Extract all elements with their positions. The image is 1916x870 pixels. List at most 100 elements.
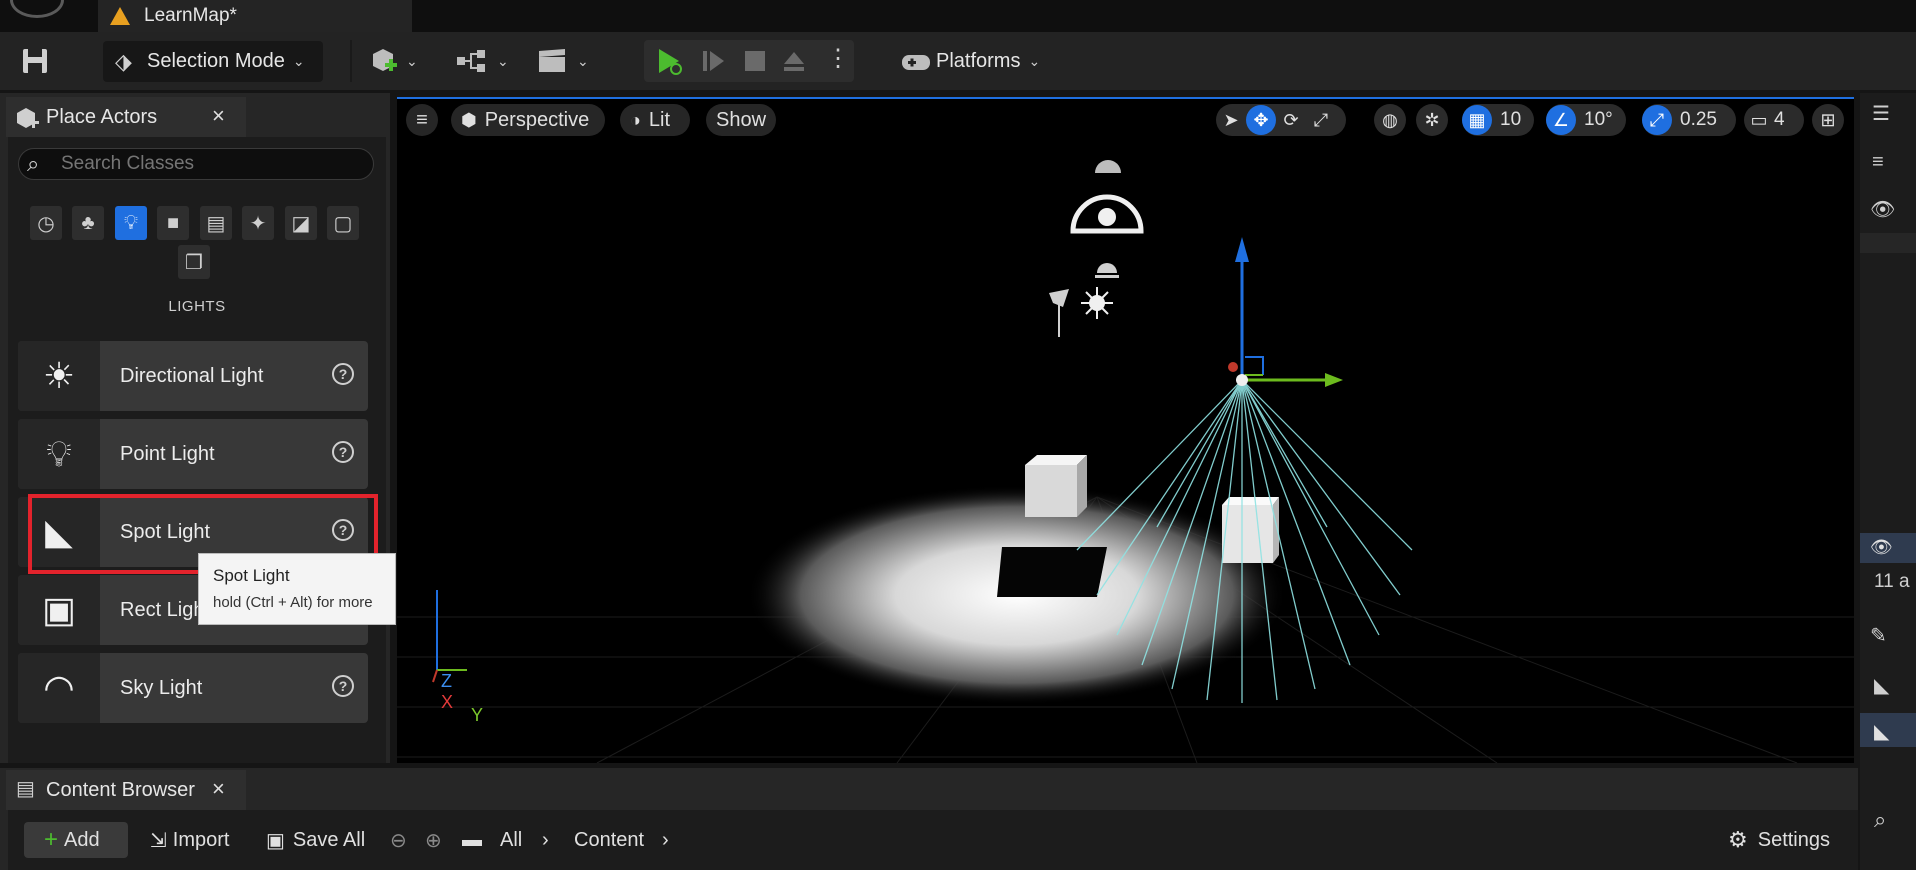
content-browser-tab-label: Content Browser: [46, 778, 195, 801]
grid-snap-button[interactable]: ▦ 10: [1462, 104, 1534, 136]
perspective-button[interactable]: ⬢ Perspective: [451, 104, 605, 136]
folder-icon[interactable]: ▬: [462, 822, 482, 858]
settings-button[interactable]: ⚙ Settings: [1728, 822, 1830, 858]
search-classes-field[interactable]: ⌕: [18, 148, 374, 180]
tooltip: Spot Light hold (Ctrl + Alt) for more: [198, 553, 396, 625]
main-toolbar: ⬗ Selection Mode ⌄ ⌄ ⌄ ⌄ ⋮ Platforms ⌄: [0, 32, 1916, 90]
level-warning-icon: [110, 7, 130, 25]
add-button[interactable]: + Add: [24, 822, 128, 858]
basic-icon[interactable]: ♣: [72, 206, 104, 240]
viewport-menu-button[interactable]: ≡: [406, 104, 438, 136]
perspective-label: Perspective: [484, 108, 590, 131]
breadcrumb-content[interactable]: Content: [574, 822, 644, 858]
surface-snap-button[interactable]: ✲: [1416, 104, 1448, 136]
actor-item-point-light[interactable]: 💡︎ Point Light ?: [18, 419, 368, 489]
add-actor-dropdown[interactable]: ⌄: [368, 46, 418, 76]
level-tab[interactable]: LearnMap*: [98, 0, 412, 32]
breadcrumb-separator-icon: ›: [662, 828, 669, 851]
directional-light-icon: ☀: [18, 341, 100, 411]
content-browser-tab[interactable]: ▤ Content Browser ×: [6, 770, 246, 810]
breadcrumb-all-label: All: [500, 828, 523, 851]
actor-item-directional-light[interactable]: ☀ Directional Light ?: [18, 341, 368, 411]
platforms-dropdown[interactable]: Platforms ⌄: [900, 40, 1060, 82]
right-side-panel: ☰ ≡ 👁︎ 👁︎ 11 a ✎ ◣ ◣ ⌕: [1860, 93, 1916, 870]
play-controls: ⋮: [644, 40, 854, 82]
eye-icon[interactable]: 👁︎: [1870, 197, 1895, 222]
show-button[interactable]: Show: [706, 104, 776, 136]
help-icon[interactable]: ?: [332, 363, 354, 385]
clapperboard-icon: [539, 49, 565, 72]
transform-gizmo[interactable]: [1228, 237, 1343, 387]
scene-light-icons: [1049, 160, 1144, 337]
transform-tools: ➤ ✥ ⟳ ⤢: [1216, 104, 1346, 136]
recent-icon[interactable]: ◷: [30, 206, 62, 240]
tooltip-hint: hold (Ctrl + Alt) for more: [213, 594, 373, 611]
close-icon[interactable]: ×: [212, 103, 225, 129]
eject-icon[interactable]: [780, 48, 808, 74]
cinematic-icon[interactable]: ▤: [200, 206, 232, 240]
filter-icon[interactable]: ≡: [1872, 151, 1884, 174]
content-browser-icon: ▤: [16, 778, 35, 800]
title-tab-bar: LearnMap*: [0, 0, 1916, 32]
geometry-icon[interactable]: ◪: [285, 206, 317, 240]
select-cursor-icon[interactable]: ➤: [1216, 105, 1246, 135]
help-icon[interactable]: ?: [332, 441, 354, 463]
shapes-icon[interactable]: ■: [157, 206, 189, 240]
forward-button[interactable]: ⊕: [425, 822, 442, 858]
outliner-row[interactable]: [1860, 233, 1916, 253]
all-classes-icon[interactable]: ❐: [178, 245, 210, 279]
translate-icon[interactable]: ✥: [1246, 105, 1276, 135]
outliner-selected-row[interactable]: 👁︎: [1860, 533, 1916, 563]
search-input[interactable]: [59, 152, 353, 176]
unreal-logo-icon[interactable]: [10, 0, 64, 18]
advance-frame-icon[interactable]: [700, 48, 726, 74]
search-icon[interactable]: ⌕: [1874, 807, 1886, 833]
lit-sphere-icon: ◑: [630, 109, 641, 130]
help-icon[interactable]: ?: [332, 675, 354, 697]
details-selected-row[interactable]: ◣: [1860, 713, 1916, 747]
stop-icon[interactable]: [742, 48, 768, 74]
place-actors-tab-label: Place Actors: [46, 105, 158, 128]
outliner-icon[interactable]: ☰: [1872, 101, 1890, 126]
back-button[interactable]: ⊖: [390, 822, 407, 858]
lights-icon[interactable]: 💡︎: [115, 206, 147, 240]
coordinate-system-button[interactable]: ◍: [1374, 104, 1406, 136]
platforms-label: Platforms: [936, 49, 1021, 72]
lit-button[interactable]: ◑ Lit: [620, 104, 690, 136]
selection-mode-dropdown[interactable]: ⬗ Selection Mode ⌄: [103, 41, 323, 82]
import-label: Import: [172, 828, 230, 851]
actor-item-label: Sky Light: [120, 676, 203, 699]
place-actors-tab[interactable]: Place Actors ×: [6, 97, 246, 137]
close-icon[interactable]: ×: [212, 776, 225, 802]
grid-snap-value: 10: [1500, 109, 1522, 130]
scale-snap-icon: ⤢: [1642, 105, 1672, 135]
rotate-icon[interactable]: ⟳: [1276, 105, 1306, 135]
scale-snap-button[interactable]: ⤢ 0.25: [1642, 104, 1736, 136]
chevron-down-icon: ⌄: [406, 52, 418, 69]
volumes-icon[interactable]: ▢: [327, 206, 359, 240]
eye-icon[interactable]: 👁︎: [1870, 537, 1893, 558]
breadcrumb-all[interactable]: All: [500, 822, 522, 858]
camera-speed-button[interactable]: ▭ 4: [1744, 104, 1804, 136]
blueprints-dropdown[interactable]: ⌄: [455, 46, 509, 76]
viewport-layout-button[interactable]: ⊞: [1812, 104, 1844, 136]
play-icon[interactable]: [654, 46, 686, 76]
visual-effects-icon[interactable]: ✦: [242, 206, 274, 240]
scale-icon[interactable]: ⤢: [1306, 105, 1336, 135]
point-light-icon: 💡︎: [18, 419, 100, 489]
angle-icon: ∠: [1546, 105, 1576, 135]
details-pencil-icon[interactable]: ✎: [1870, 623, 1887, 648]
actor-item-sky-light[interactable]: ◠ Sky Light ?: [18, 653, 368, 723]
save-all-button[interactable]: ▣ Save All: [266, 822, 365, 858]
import-button[interactable]: ⇲ Import: [150, 822, 229, 858]
rotation-snap-button[interactable]: ∠ 10°: [1546, 104, 1626, 136]
level-viewport[interactable]: Z X Y: [397, 97, 1854, 763]
tooltip-title: Spot Light: [213, 566, 290, 585]
viewport-active-border: [397, 97, 1854, 99]
save-icon[interactable]: [20, 46, 50, 76]
blueprint-icon: [457, 50, 485, 72]
cinematics-dropdown[interactable]: ⌄: [535, 46, 589, 76]
add-actor-icon: [373, 49, 397, 71]
forward-arrow-icon: ⊕: [425, 829, 442, 852]
more-options-icon[interactable]: ⋮: [826, 44, 850, 73]
